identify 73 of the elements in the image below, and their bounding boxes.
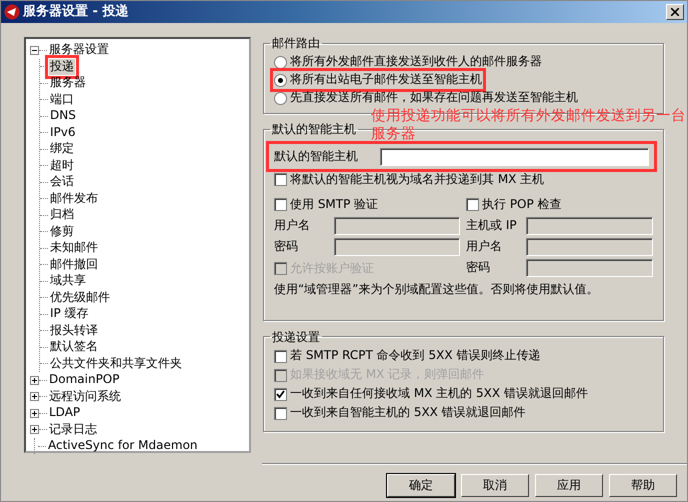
input-field[interactable] [334,217,460,235]
radio-button[interactable] [274,92,287,104]
dialog-button[interactable]: 确定 [387,474,455,497]
tree-item[interactable]: IP 缓存 [49,306,90,322]
tree-item[interactable]: DomainPOP [48,372,120,388]
app-icon [4,4,20,20]
checkbox-label[interactable]: 若 SMTP RCPT 命令收到 5XX 错误则终止传递 [290,348,540,364]
tree-item[interactable]: 会话 [49,174,75,190]
tree-item[interactable]: 远程访问系统 [48,388,122,405]
group-title: 邮件路由 [271,37,321,49]
input-field[interactable] [526,217,653,235]
tree-item[interactable]: 报头转译 [49,322,99,339]
group-title: 默认的智能主机 [271,123,357,135]
tree-item[interactable]: 修剪 [49,224,75,240]
tree-item[interactable]: ActiveSync for Mdaemon [47,438,199,454]
tree-item[interactable]: DNS [49,108,77,124]
tree-item[interactable]: IPv6 [49,124,77,141]
checkbox[interactable] [274,350,287,363]
close-button[interactable] [666,4,684,20]
tree-item[interactable]: 邮件发布 [49,190,99,207]
field-label: 主机或 IP [466,218,518,234]
dialog-button[interactable]: 取消 [461,474,529,497]
tree-item[interactable]: 投递 [49,58,75,75]
close-icon [671,8,679,16]
input-field[interactable] [334,238,460,256]
tree-item[interactable]: 服务器 [49,75,87,92]
radio-button[interactable] [274,56,287,68]
radio-label[interactable]: 将所有出站电子邮件发送至智能主机 [290,72,482,88]
tree-item[interactable]: 超时 [49,158,75,174]
checkbox[interactable] [274,173,287,186]
dialog-button[interactable]: 帮助 [609,474,677,497]
tree-item[interactable]: 端口 [49,92,75,108]
collapse-icon[interactable] [30,46,39,55]
input-field[interactable] [526,238,653,256]
checkbox[interactable] [274,198,287,211]
radio-button[interactable] [274,74,287,86]
field-label: 密码 [274,239,299,255]
field-label: 默认的智能主机 [274,149,359,165]
checkbox-label[interactable]: 将默认的智能主机视为域名并投递到其 MX 主机 [290,172,544,188]
tree-item[interactable]: 绑定 [49,141,75,158]
field-label: 密码 [466,260,491,276]
tree-item[interactable]: 服务器设置 [48,42,110,58]
field-label: 用户名 [274,218,311,234]
dialog-button[interactable]: 应用 [535,474,603,497]
tree-item[interactable]: 优先级邮件 [49,290,111,306]
annotation-text: 使用投递功能可以将所有外发邮件发送到另一台服务器 [371,107,687,143]
tree-item[interactable]: 域共享 [49,273,87,290]
checkbox[interactable] [274,388,287,401]
field-label: 用户名 [466,239,503,255]
tree-item[interactable]: LDAP [48,405,82,422]
checkbox-label[interactable]: 一收到来自智能主机的 5XX 错误就退回邮件 [290,405,526,421]
radio-label[interactable]: 先直接发送所有邮件，如果存在问题再发送至智能主机 [290,90,578,106]
note-text: 使用“域管理器”来为个别域配置这些值。否则将使用默认值。 [274,282,600,298]
checkbox-label[interactable]: 使用 SMTP 验证 [290,196,378,212]
tree-item[interactable]: 记录日志 [48,422,98,438]
tree-item[interactable]: 未知邮件 [49,240,99,256]
expand-icon[interactable] [30,408,39,418]
group-title: 投递设置 [271,330,321,343]
checkbox-label[interactable]: 一收到来自任何接收域 MX 主机的 5XX 错误就退回邮件 [290,386,588,402]
smart-host-field[interactable] [380,148,649,166]
checkbox[interactable] [274,406,287,420]
tree-item[interactable]: 邮件撤回 [49,256,99,273]
checkbox-label[interactable]: 执行 POP 检查 [482,196,562,212]
expand-icon[interactable] [30,425,39,434]
expand-icon[interactable] [30,376,39,385]
window-title: 服务器设置 - 投递 [23,4,130,20]
tree-item[interactable]: 默认签名 [49,339,99,356]
tree-item[interactable]: 公共文件夹和共享文件夹 [49,356,183,372]
checkbox[interactable] [466,198,479,211]
input-field[interactable] [526,259,653,277]
tree-item[interactable]: 归档 [49,207,75,224]
radio-label[interactable]: 将所有外发邮件直接发送到收件人的邮件服务器 [290,54,542,70]
expand-icon[interactable] [30,392,39,402]
